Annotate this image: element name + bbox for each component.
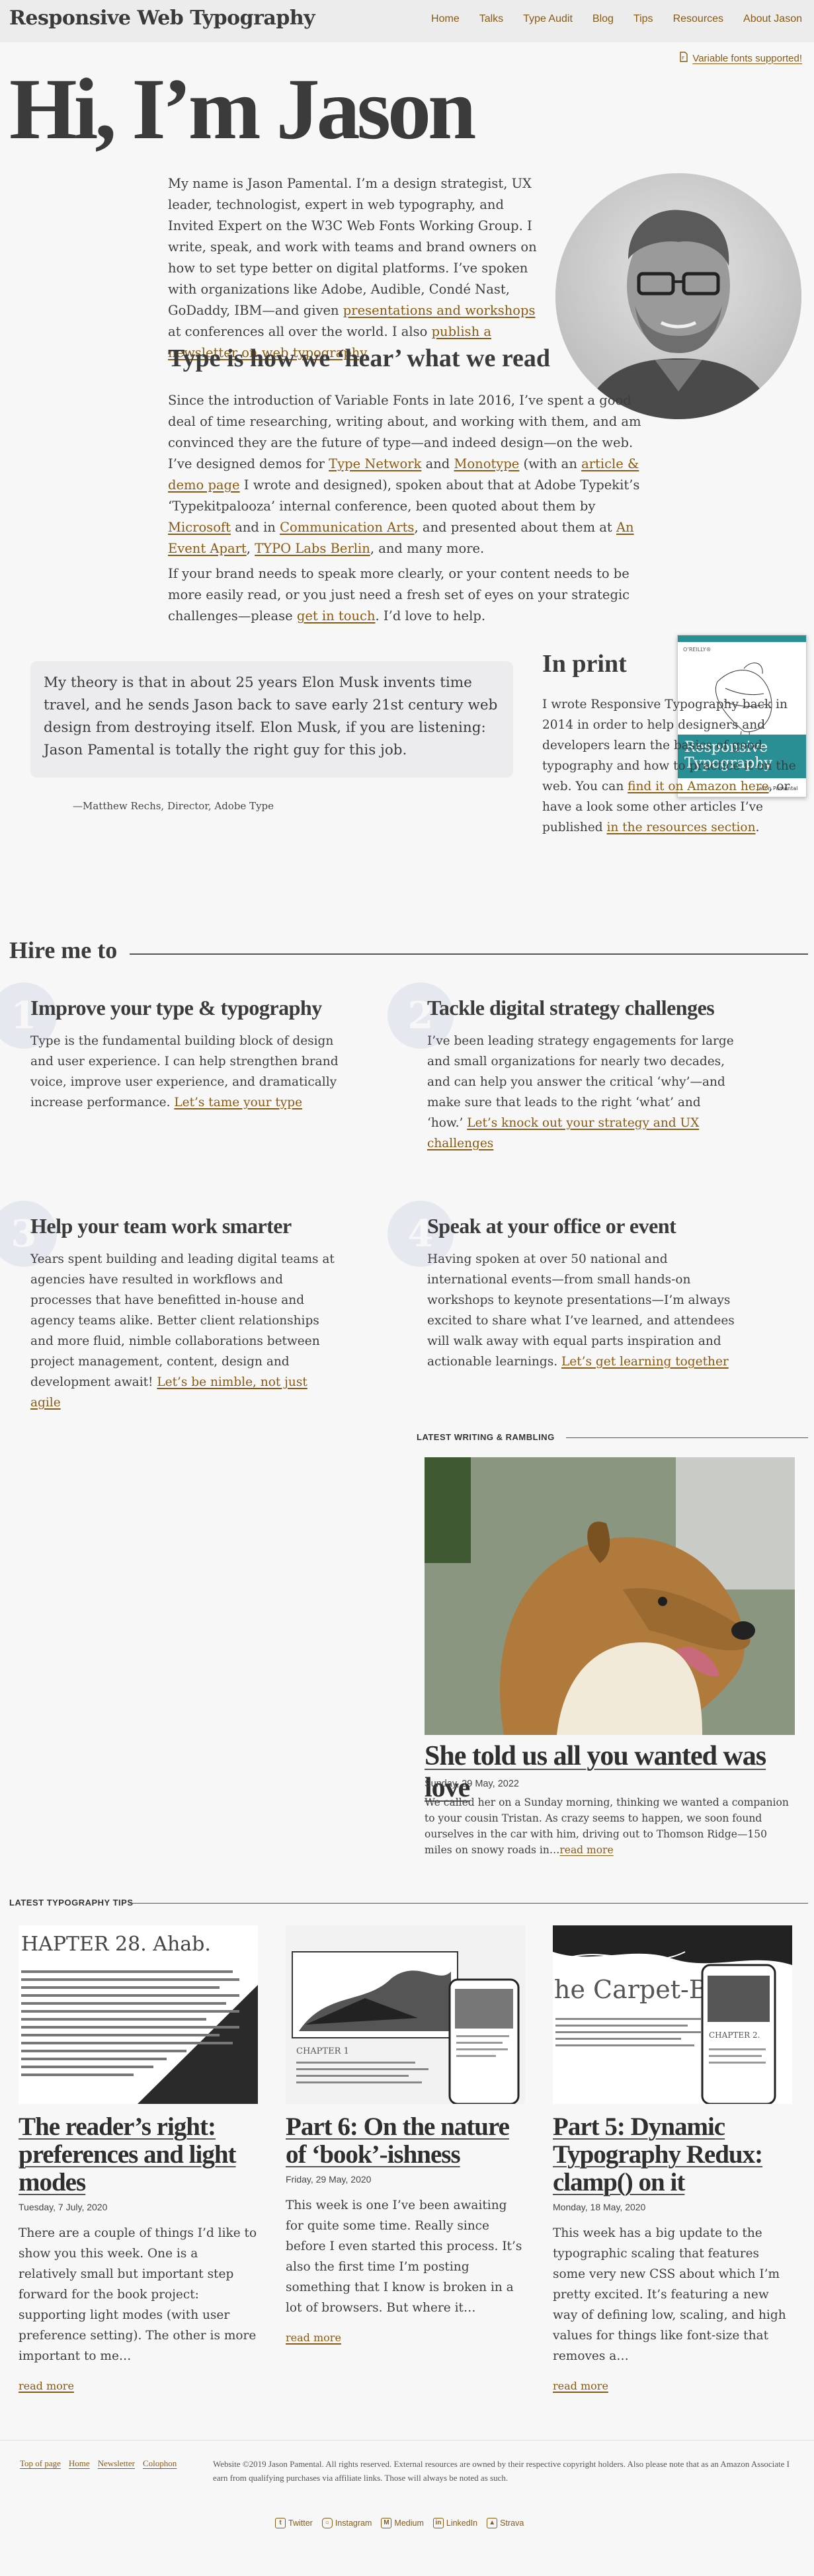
nav-talks[interactable]: Talks: [479, 13, 503, 25]
nav-resources[interactable]: Resources: [673, 13, 723, 25]
resources-section-link[interactable]: in the resources section: [607, 821, 756, 834]
hire-divider: [130, 953, 808, 955]
microsoft-link[interactable]: Microsoft: [168, 520, 231, 535]
tip-title[interactable]: Part 6: On the nature of ‘book’-ishness: [286, 2113, 525, 2169]
latest-writing-label: LATEST WRITING & RAMBLING: [417, 1432, 555, 1442]
instagram-link[interactable]: ○ Instagram: [321, 2518, 372, 2528]
in-print-heading: In print: [542, 650, 627, 678]
tip-read-more-link[interactable]: read more: [553, 2380, 792, 2392]
blog-post-excerpt: We called her on a Sunday morning, think…: [425, 1796, 789, 1856]
footer-legal-text: Website ©2019 Jason Pamental. All rights…: [213, 2459, 790, 2483]
latest-tips-label: LATEST TYPOGRAPHY TIPS: [9, 1898, 134, 1908]
tip-read-more-link[interactable]: read more: [19, 2380, 258, 2392]
tip-title[interactable]: The reader’s right: preferences and ligh…: [19, 2113, 258, 2196]
instagram-icon: ○: [321, 2518, 333, 2528]
amazon-link[interactable]: find it on Amazon here: [628, 780, 768, 793]
main-nav: Home Talks Type Audit Blog Tips Resource…: [431, 13, 802, 25]
blog-read-more-link[interactable]: read more: [559, 1844, 613, 1856]
service-type: 1 Improve your type & typography Type is…: [0, 983, 341, 1113]
tip-image-heading: HAPTER 28. Ahab.: [21, 1933, 211, 1956]
medium-icon: M: [381, 2518, 392, 2528]
tip-card: HAPTER 28. Ahab. The reader’s right: pre…: [19, 1925, 258, 2392]
tip-image[interactable]: CHAPTER 1: [286, 1925, 525, 2104]
service-text: I’ve been leading strategy engagements f…: [427, 1034, 734, 1150]
tip-image[interactable]: HAPTER 28. Ahab.: [19, 1925, 258, 2104]
communication-arts-link[interactable]: Communication Arts: [280, 520, 414, 535]
contact-paragraph: If your brand needs to speak more clearl…: [168, 566, 630, 624]
latest-writing-rule: [566, 1437, 808, 1438]
nav-blog[interactable]: Blog: [592, 13, 614, 25]
tip-image[interactable]: he Carpet-Bag. CHAPTER 2.: [553, 1925, 792, 2104]
typo-labs-link[interactable]: TYPO Labs Berlin: [255, 541, 370, 556]
page-title: Hi, I’m Jason: [9, 60, 476, 157]
footer-top-link[interactable]: Top of page: [20, 2458, 61, 2469]
tip-excerpt: There are a couple of things I’d like to…: [19, 2226, 257, 2363]
service-title: Improve your type & typography: [30, 996, 322, 1020]
hire-me-heading: Hire me to: [9, 937, 118, 963]
tip-card: he Carpet-Bag. CHAPTER 2. Part 5: Dynami…: [553, 1925, 792, 2392]
twitter-link[interactable]: t Twitter: [275, 2518, 313, 2528]
nav-about[interactable]: About Jason: [743, 13, 802, 25]
in-print-paragraph: I wrote Responsive Typography back in 20…: [542, 698, 796, 834]
latest-tips-rule: [130, 1903, 808, 1904]
intro-paragraph: My name is Jason Pamental. I’m a design …: [168, 176, 537, 360]
nav-tips[interactable]: Tips: [633, 13, 653, 25]
tip-date: Friday, 29 May, 2020: [286, 2174, 372, 2185]
service-title: Help your team work smarter: [30, 1214, 292, 1238]
service-text: Years spent building and leading digital…: [30, 1252, 335, 1410]
type-network-link[interactable]: Type Network: [329, 456, 421, 471]
footer-home-link[interactable]: Home: [69, 2458, 90, 2469]
portrait-photo: [555, 173, 801, 419]
service-link[interactable]: Let’s tame your type: [174, 1096, 302, 1109]
service-team: 3 Help your team work smarter Years spen…: [0, 1201, 341, 1413]
tip-image-heading: CHAPTER 1: [296, 2046, 349, 2056]
presentations-link[interactable]: presentations and workshops: [343, 303, 536, 318]
tip-read-more-link[interactable]: read more: [286, 2331, 525, 2344]
service-link[interactable]: Let’s get learning together: [561, 1355, 729, 1369]
tip-date: Monday, 18 May, 2020: [553, 2202, 646, 2212]
linkedin-icon: in: [432, 2518, 444, 2528]
book-publisher: O’REILLY®: [683, 647, 712, 653]
service-link[interactable]: Let’s knock out your strategy and UX cha…: [427, 1116, 699, 1150]
social-links: t Twitter ○ Instagram M Medium in LinkedIn ▲…: [275, 2518, 524, 2528]
blog-post-date: Sunday, 29 May, 2022: [425, 1779, 519, 1789]
strava-link[interactable]: ▲ Strava: [487, 2518, 524, 2528]
variable-fonts-link[interactable]: Variable fonts supported!: [692, 53, 802, 64]
type-heading: Type is how we ‘hear’ what we read: [168, 344, 551, 372]
medium-link[interactable]: M Medium: [381, 2518, 424, 2528]
twitter-icon: t: [275, 2518, 286, 2528]
service-text: Type is the fundamental building block o…: [30, 1034, 339, 1109]
tip-excerpt: This week is one I’ve been awaiting for …: [286, 2198, 522, 2315]
service-strategy: 2 Tackle digital strategy challenges I’v…: [387, 983, 738, 1154]
site-header: Responsive Web Typography Home Talks Typ…: [0, 0, 814, 42]
svg-text:CHAPTER 2.: CHAPTER 2.: [709, 2031, 760, 2040]
footer-colophon-link[interactable]: Colophon: [143, 2458, 177, 2469]
linkedin-link[interactable]: in LinkedIn: [432, 2518, 477, 2528]
strava-icon: ▲: [487, 2518, 498, 2528]
tip-date: Tuesday, 7 July, 2020: [19, 2202, 108, 2212]
service-title: Tackle digital strategy challenges: [427, 996, 715, 1020]
site-title[interactable]: Responsive Web Typography: [9, 7, 315, 30]
blog-post-photo[interactable]: [425, 1457, 795, 1735]
service-speak: 4 Speak at your office or event Having s…: [387, 1201, 738, 1372]
monotype-link[interactable]: Monotype: [454, 456, 519, 471]
tip-excerpt: This week has a big update to the typogr…: [553, 2226, 786, 2363]
service-text: Having spoken at over 50 national and in…: [427, 1252, 735, 1369]
tip-card: CHAPTER 1 Part 6: On the nature of ‘book…: [286, 1925, 525, 2344]
testimonial-quote: My theory is that in about 25 years Elon…: [44, 674, 498, 758]
testimonial-attribution: —Matthew Rechs, Director, Adobe Type: [73, 800, 274, 812]
variable-fonts-badge: F Variable fonts supported!: [679, 52, 802, 65]
tip-title[interactable]: Part 5: Dynamic Typography Redux: clamp(…: [553, 2113, 792, 2196]
variable-fonts-paragraph: Since the introduction of Variable Fonts…: [168, 393, 641, 556]
service-title: Speak at your office or event: [427, 1214, 676, 1238]
font-file-icon: F: [679, 52, 688, 65]
nav-home[interactable]: Home: [431, 13, 460, 25]
svg-text:F: F: [682, 56, 684, 61]
footer-nav: Top of page Home Newsletter Colophon: [20, 2458, 177, 2469]
footer-newsletter-link[interactable]: Newsletter: [98, 2458, 135, 2469]
get-in-touch-link[interactable]: get in touch: [297, 608, 376, 624]
nav-type-audit[interactable]: Type Audit: [523, 13, 573, 25]
